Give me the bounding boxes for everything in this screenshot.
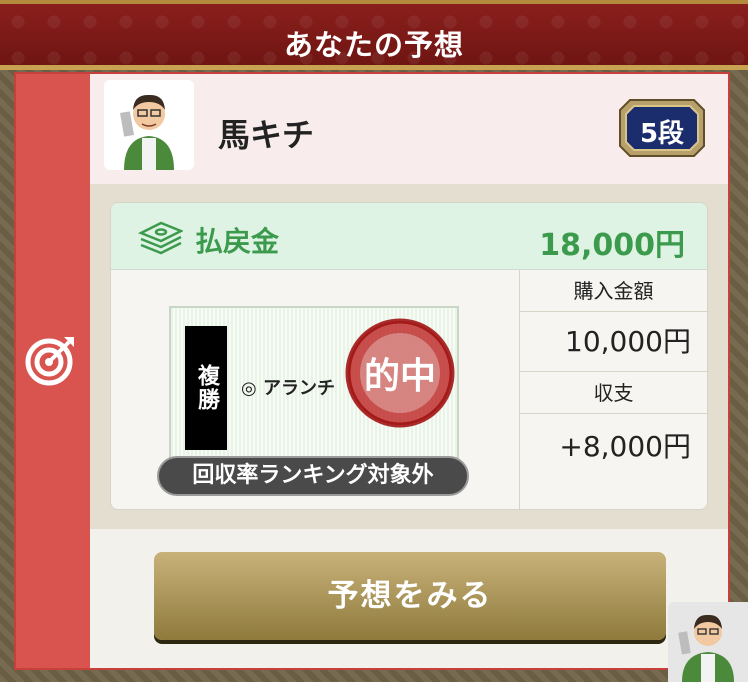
balance-value: +8,000円 (559, 430, 691, 463)
page-title: あなたの予想 (283, 28, 464, 62)
result-panel: 払戻金 18,000円 複勝 ◎ アランチ 的中 回収率ランキング対象外 購入金… (110, 202, 708, 510)
user-row: 馬キチ 5段 (90, 74, 728, 184)
user-name: 馬キチ (218, 116, 315, 154)
bet-type-label: 複勝 (185, 326, 227, 450)
stats-column: 購入金額 10,000円 収支 +8,000円 (519, 270, 707, 509)
prediction-card: 馬キチ 5段 払戻金 18,000円 複勝 ◎ アランチ 的中 回収率ランキング… (14, 72, 730, 670)
header-banner: あなたの予想 (0, 0, 748, 70)
result-area: 払戻金 18,000円 複勝 ◎ アランチ 的中 回収率ランキング対象外 購入金… (90, 184, 728, 529)
floating-avatar[interactable] (668, 602, 748, 682)
person-avatar-icon (668, 602, 748, 682)
side-strip (16, 74, 90, 668)
person-avatar-icon (104, 80, 194, 170)
horse-name: ◎ アランチ (241, 378, 335, 399)
view-prediction-button[interactable]: 予想をみる (154, 552, 666, 640)
money-stack-icon (137, 221, 183, 255)
betting-ticket: 複勝 ◎ アランチ 的中 (169, 306, 459, 466)
target-icon (25, 337, 74, 386)
purchase-amount-value: 10,000円 (520, 312, 707, 372)
payout-value: 18,000円 (539, 228, 685, 263)
ranking-exclusion-tag: 回収率ランキング対象外 (157, 456, 469, 496)
rank-label: 5段 (639, 119, 685, 149)
purchase-amount-label: 購入金額 (520, 270, 707, 312)
balance-label: 収支 (520, 372, 707, 414)
stamp-text: 的中 (364, 356, 436, 397)
user-avatar[interactable] (104, 80, 194, 170)
payout-row: 払戻金 18,000円 (111, 203, 707, 270)
ticket-area: 複勝 ◎ アランチ 的中 回収率ランキング対象外 (111, 270, 519, 509)
payout-label: 払戻金 (195, 225, 280, 258)
hit-stamp-icon: 的中 (345, 318, 455, 428)
rank-badge: 5段 (618, 98, 706, 158)
